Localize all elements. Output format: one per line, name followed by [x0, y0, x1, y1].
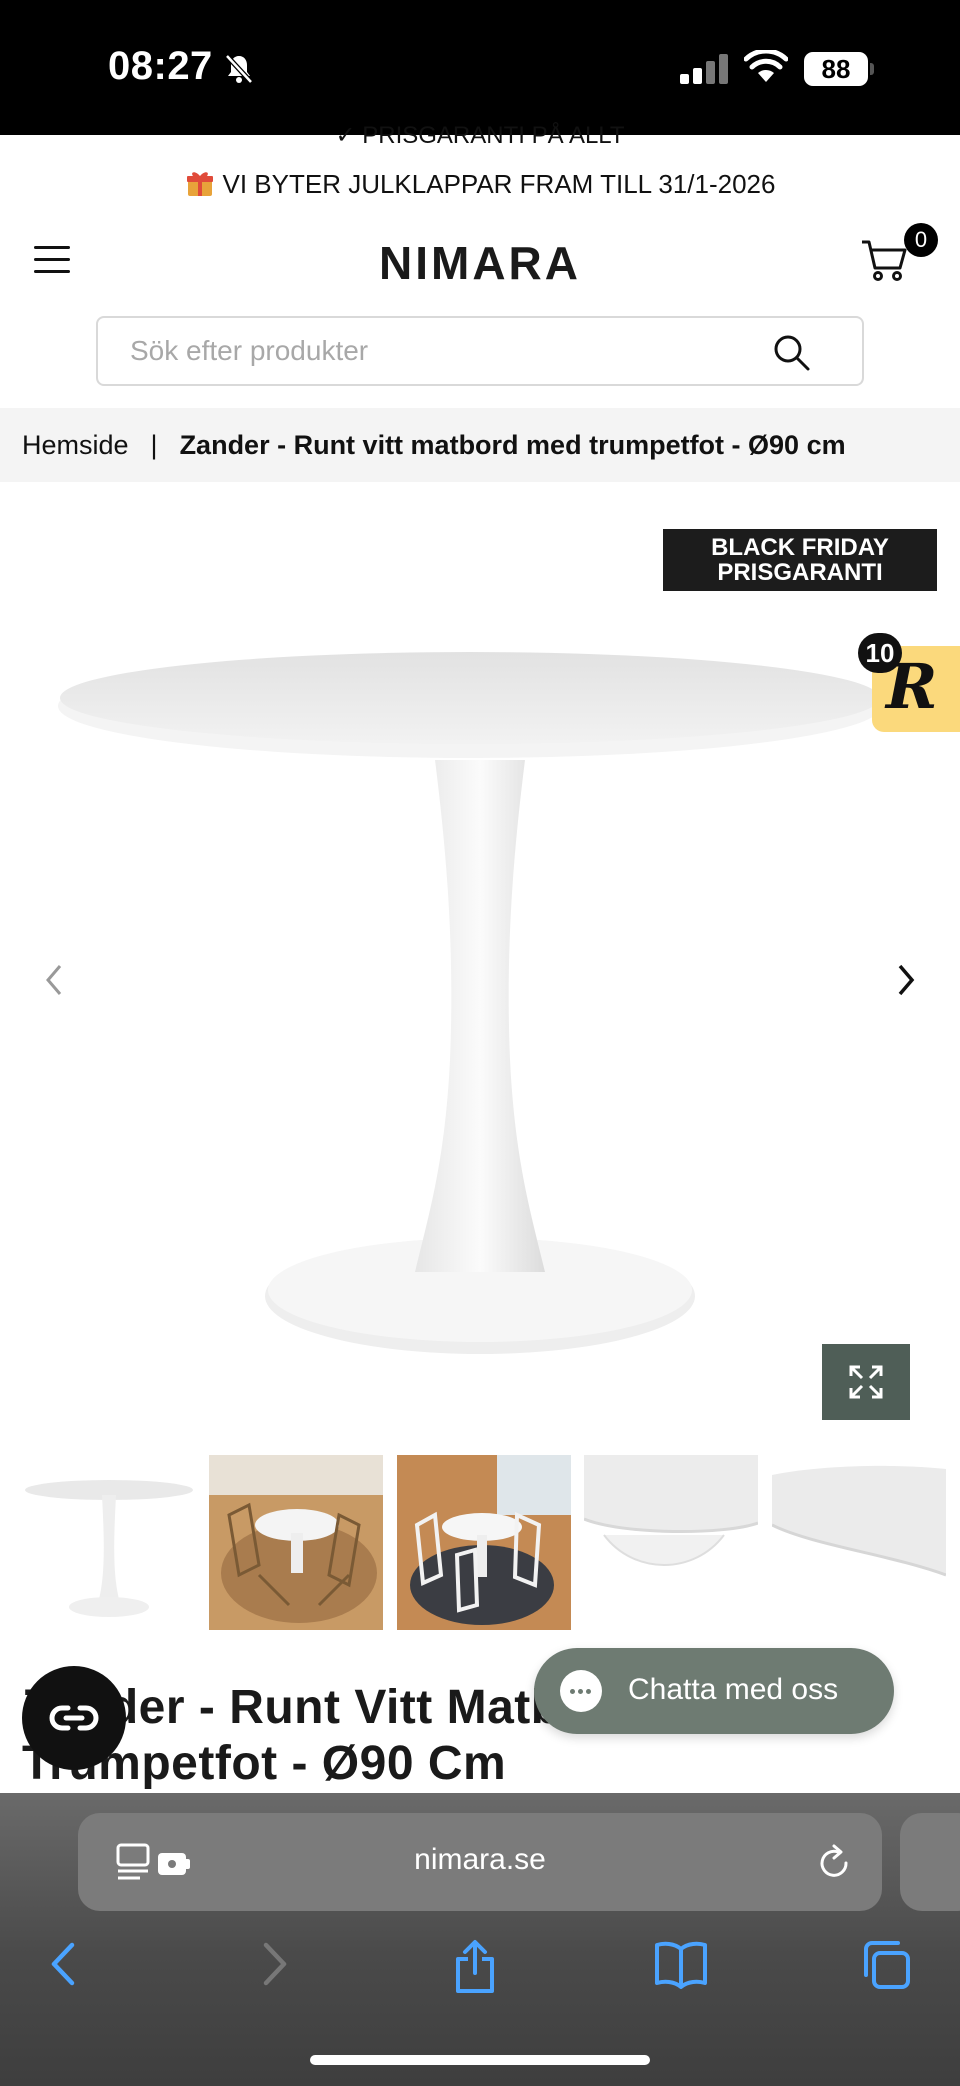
browser-toolbar: nimara.se [0, 1793, 960, 2086]
forward-icon[interactable] [254, 1939, 294, 1989]
breadcrumb-home-link[interactable]: Hemside [22, 430, 129, 460]
site-logo[interactable]: NIMARA [0, 236, 960, 290]
url-text: nimara.se [414, 1843, 546, 1876]
search-input[interactable] [96, 316, 722, 386]
chevron-right-icon[interactable] [890, 960, 920, 1000]
thumbnail-4[interactable] [584, 1455, 758, 1630]
thumbnail-3[interactable] [397, 1455, 571, 1630]
announcement-previous: ✓ PRISGARANTI PÅ ALLT [335, 122, 625, 144]
signal-icon [680, 54, 728, 84]
search-button[interactable] [720, 316, 864, 386]
bell-slash-icon [225, 54, 253, 84]
black-friday-badge: BLACK FRIDAY PRISGARANTI [663, 529, 937, 591]
announcement-bar[interactable]: VI BYTER JULKLAPPAR FRAM TILL 31/1-2026 [0, 168, 960, 200]
chat-label: Chatta med oss [628, 1673, 839, 1706]
back-icon[interactable] [44, 1939, 84, 1989]
thumbnail-2[interactable] [209, 1455, 383, 1630]
loop-icon [49, 1705, 99, 1731]
battery-icon: 88 [804, 52, 874, 86]
chat-button[interactable]: Chatta med oss [534, 1648, 894, 1734]
wifi-icon [744, 50, 788, 82]
thumbnail-5[interactable] [772, 1455, 946, 1630]
home-indicator [310, 2055, 650, 2065]
rewards-count-badge: 10 [858, 633, 902, 673]
next-tab-peek[interactable] [900, 1813, 960, 1911]
share-icon[interactable] [452, 1939, 498, 1995]
breadcrumb-current: Zander - Runt vitt matbord med trumpetfo… [179, 430, 846, 460]
thumbnail-1[interactable] [22, 1455, 196, 1630]
loop-widget-button[interactable] [22, 1666, 126, 1770]
status-bar: 08:27 88 [0, 0, 960, 135]
tabs-icon[interactable] [860, 1939, 912, 1991]
search-icon [774, 335, 810, 371]
chevron-left-icon[interactable] [40, 960, 70, 1000]
announcement-text: VI BYTER JULKLAPPAR FRAM TILL 31/1-2026 [222, 169, 776, 199]
cart-count-badge: 0 [904, 223, 938, 257]
breadcrumb-separator: | [150, 430, 158, 460]
thumbnail-strip [22, 1455, 960, 1630]
address-bar[interactable]: nimara.se [78, 1813, 882, 1911]
status-time: 08:27 [108, 44, 213, 88]
expand-image-button[interactable] [822, 1344, 910, 1420]
gift-icon [186, 172, 213, 196]
reload-icon[interactable] [814, 1843, 854, 1883]
breadcrumb: Hemside | Zander - Runt vitt matbord med t… [0, 408, 960, 482]
cart-icon[interactable] [860, 236, 908, 284]
bookmarks-icon[interactable] [654, 1939, 708, 1989]
chat-bubble-icon [560, 1670, 602, 1712]
product-main-image[interactable] [30, 640, 890, 1360]
expand-icon [849, 1365, 883, 1399]
